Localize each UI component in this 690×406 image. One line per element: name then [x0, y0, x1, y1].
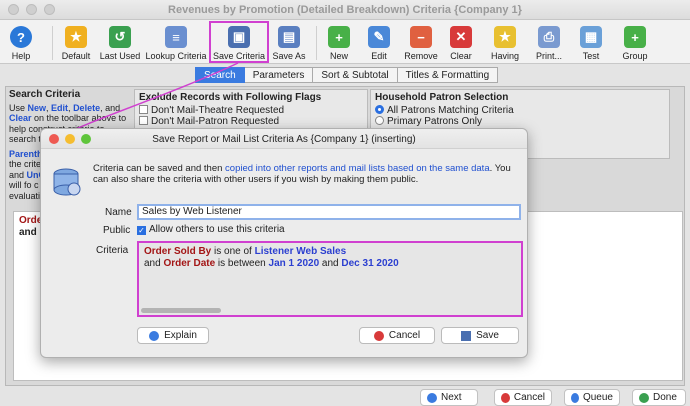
save-criteria-dialog: Save Report or Mail List Criteria As {Co…: [40, 128, 528, 358]
dialog-title: Save Report or Mail List Criteria As {Co…: [152, 134, 416, 145]
dialog-save-button[interactable]: Save: [441, 327, 519, 344]
dialog-cancel-button[interactable]: Cancel: [359, 327, 435, 344]
public-checkbox[interactable]: ✓ Allow others to use this criteria: [137, 224, 285, 235]
checkmark-icon: ✓: [137, 226, 146, 235]
cancel-icon: [373, 330, 384, 341]
dialog-title-bar: Save Report or Mail List Criteria As {Co…: [41, 129, 527, 149]
name-input[interactable]: Sales by Web Listener: [137, 204, 521, 220]
app-window: Revenues by Promotion (Detailed Breakdow…: [0, 0, 690, 406]
info-icon: [149, 330, 160, 341]
save-icon: [461, 330, 472, 341]
explain-button[interactable]: Explain: [137, 327, 209, 344]
name-label: Name: [105, 207, 132, 218]
criteria-box[interactable]: Order Sold By is one of Listener Web Sal…: [137, 241, 523, 317]
database-icon: [53, 168, 81, 196]
public-label: Public: [103, 225, 131, 236]
dialog-description: Criteria can be saved and then copied in…: [93, 163, 511, 185]
criteria-label: Criteria: [96, 245, 129, 256]
horizontal-scrollbar[interactable]: [141, 308, 221, 313]
